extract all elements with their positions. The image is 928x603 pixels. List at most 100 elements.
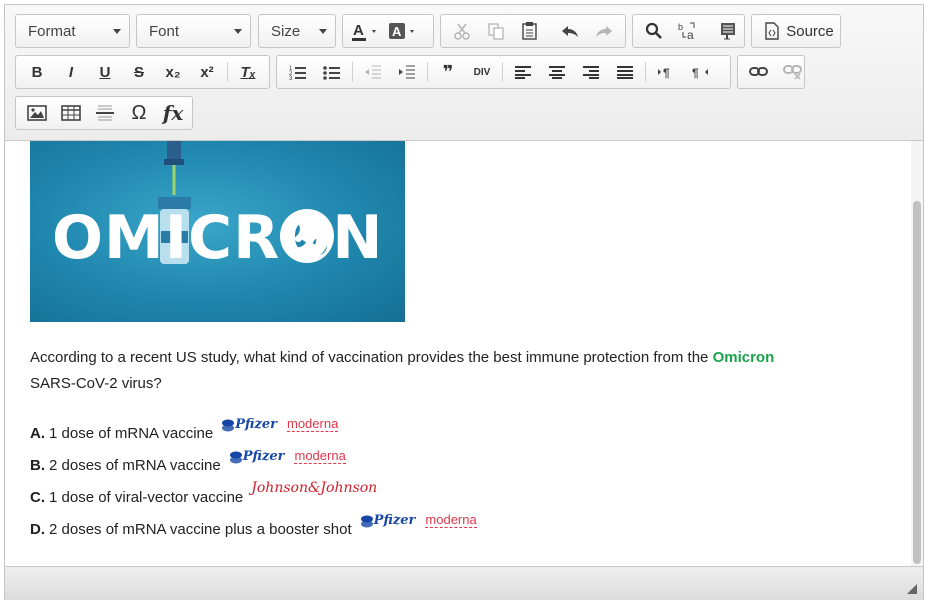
brand-logos: Johnson&Johnson [251, 480, 377, 496]
background-color-icon: A [389, 23, 414, 39]
brand-logos: Pfizer moderna [221, 416, 339, 432]
horizontal-line-icon [96, 105, 114, 121]
answer-option-b: B. 2 doses of mRNA vaccine Pfizer modern… [30, 449, 346, 474]
blockquote-button[interactable]: ❞ [434, 58, 462, 86]
rtl-icon: ¶ [692, 66, 708, 79]
increase-indent-button[interactable] [393, 58, 421, 86]
scissors-icon [454, 23, 470, 40]
justify-icon [617, 66, 633, 79]
align-center-icon [549, 66, 565, 79]
size-dropdown[interactable]: Size [258, 14, 336, 48]
vertical-scrollbar[interactable] [911, 141, 923, 566]
create-div-button[interactable]: DIV [468, 58, 496, 86]
scrollbar-thumb[interactable] [913, 201, 921, 564]
svg-text:¶: ¶ [692, 66, 699, 79]
paste-button[interactable] [516, 17, 544, 45]
unlink-button[interactable] [779, 58, 807, 86]
johnson-johnson-logo: Johnson&Johnson [251, 480, 378, 496]
horizontal-line-button[interactable] [91, 99, 119, 127]
question-part2: SARS-CoV-2 virus? [30, 375, 162, 392]
format-dropdown[interactable]: Format [15, 14, 130, 48]
answer-letter: B. [30, 457, 45, 474]
image-button[interactable] [23, 99, 51, 127]
rich-text-editor: Format Font Size A A b a Source B I U S … [4, 4, 924, 600]
source-button[interactable]: Source [759, 17, 839, 45]
numbered-list-icon: 123 [289, 66, 306, 80]
svg-text:3: 3 [289, 76, 293, 80]
text-direction-ltr-button[interactable]: ¶ [652, 58, 680, 86]
svg-text:b: b [678, 22, 683, 32]
cut-button[interactable] [448, 17, 476, 45]
answer-text: 2 doses of mRNA vaccine [49, 457, 221, 474]
ltr-icon: ¶ [658, 66, 670, 79]
question-highlight: Omicron [712, 349, 775, 366]
numbered-list-button[interactable]: 123 [284, 58, 312, 86]
align-center-button[interactable] [543, 58, 571, 86]
pfizer-logo: Pfizer [235, 417, 277, 432]
source-group: Source [751, 14, 841, 48]
table-icon [61, 105, 81, 121]
brand-logos: Pfizer moderna [229, 449, 346, 464]
background-color-button[interactable]: A [388, 17, 420, 45]
brand-logos: Pfizer moderna [360, 513, 477, 528]
math-formula-button[interactable]: fx [159, 99, 187, 127]
align-right-icon [583, 66, 599, 79]
answer-option-c: C. 1 dose of viral-vector vaccine Johnso… [30, 480, 377, 506]
source-button-label: Source [786, 22, 834, 40]
replace-button[interactable]: ba [674, 17, 702, 45]
chevron-down-icon [319, 29, 327, 34]
clipboard-group [440, 14, 626, 48]
bold-button[interactable]: B [23, 58, 51, 86]
moderna-logo: moderna [294, 448, 346, 464]
undo-icon [562, 26, 578, 37]
toolbar-separator [427, 62, 428, 82]
replace-icon: ba [678, 22, 695, 41]
font-dropdown[interactable]: Font [136, 14, 251, 48]
text-color-button[interactable]: A [350, 17, 382, 45]
align-right-button[interactable] [577, 58, 605, 86]
find-button[interactable] [640, 17, 668, 45]
redo-button[interactable] [590, 17, 618, 45]
justify-button[interactable] [611, 58, 639, 86]
font-dropdown-label: Font [149, 22, 180, 40]
source-icon [765, 22, 779, 40]
svg-text:A: A [353, 22, 364, 39]
banner-title: OMICRON [52, 203, 384, 273]
copy-button[interactable] [482, 17, 510, 45]
subscript-button[interactable]: x₂ [159, 58, 187, 86]
align-left-button[interactable] [509, 58, 537, 86]
remove-format-button[interactable]: Tₓ [234, 58, 262, 86]
editor-content[interactable]: OMICRON According to a recent US study, … [5, 141, 911, 566]
editor-toolbar: Format Font Size A A b a Source B I U S … [5, 5, 923, 141]
decrease-indent-button[interactable] [359, 58, 387, 86]
moderna-logo: moderna [286, 416, 339, 432]
bulleted-list-button[interactable] [318, 58, 346, 86]
italic-button[interactable]: I [57, 58, 85, 86]
question-part1: According to a recent US study, what kin… [30, 349, 713, 366]
special-character-button[interactable]: Ω [125, 99, 153, 127]
strikethrough-button[interactable]: S [125, 58, 153, 86]
text-direction-rtl-button[interactable]: ¶ [686, 58, 714, 86]
toolbar-separator [227, 62, 228, 82]
undo-button[interactable] [556, 17, 584, 45]
link-icon [749, 67, 768, 76]
question-text: According to a recent US study, what kin… [30, 345, 790, 397]
select-all-icon [721, 23, 735, 40]
find-group: ba [632, 14, 745, 48]
basic-styles-group: B I U S x₂ x² Tₓ [15, 55, 270, 89]
underline-button[interactable]: U [91, 58, 119, 86]
chevron-down-icon [113, 29, 121, 34]
answer-text: 1 dose of viral-vector vaccine [49, 489, 244, 506]
superscript-button[interactable]: x² [193, 58, 221, 86]
unlink-icon [783, 65, 802, 80]
image-icon [27, 105, 47, 121]
answer-letter: D. [30, 521, 45, 538]
answer-letter: C. [30, 489, 45, 506]
table-button[interactable] [57, 99, 85, 127]
pfizer-logo-icon [360, 515, 373, 527]
resize-grip-icon[interactable] [907, 584, 917, 594]
link-button[interactable] [745, 58, 773, 86]
format-dropdown-label: Format [28, 22, 76, 40]
search-icon [645, 22, 662, 39]
select-all-button[interactable] [714, 17, 742, 45]
